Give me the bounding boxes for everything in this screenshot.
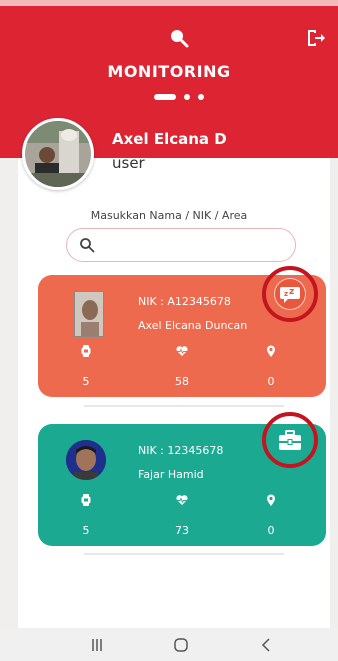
location-pin-icon	[267, 345, 275, 357]
avatar[interactable]	[22, 118, 94, 190]
search-input[interactable]	[103, 235, 283, 255]
watch-value: 5	[82, 375, 90, 388]
search-icon	[80, 238, 95, 253]
status-badge[interactable]	[262, 412, 318, 468]
logout-icon[interactable]	[305, 28, 325, 48]
heart-rate-value: 73	[175, 524, 189, 537]
card-nik: NIK : A12345678	[138, 295, 231, 308]
sleep-chat-icon: z z	[275, 279, 305, 309]
status-badge[interactable]: z z	[262, 266, 318, 322]
profile-photo	[25, 121, 91, 187]
watch-value: 5	[82, 524, 90, 537]
page-dot[interactable]	[184, 94, 190, 100]
user-role: user	[112, 154, 145, 172]
card-photo	[66, 440, 106, 480]
page-title: MONITORING	[107, 62, 231, 81]
card-nik: NIK : 12345678	[138, 444, 224, 457]
search-label: Masukkan Nama / NIK / Area	[90, 209, 248, 222]
user-name: Axel Elcana D	[112, 130, 227, 148]
side-panel-left	[0, 158, 18, 628]
briefcase-icon	[279, 430, 301, 450]
heart-rate-icon	[176, 495, 188, 505]
system-nav-bar	[0, 628, 338, 661]
recent-apps-icon[interactable]	[88, 636, 106, 654]
page-indicator	[154, 94, 214, 102]
search-icon[interactable]	[169, 28, 189, 48]
location-value: 0	[267, 524, 275, 537]
page-dot[interactable]	[198, 94, 204, 100]
watch-icon	[81, 494, 91, 506]
location-value: 0	[267, 375, 275, 388]
back-icon[interactable]	[258, 636, 276, 654]
search-field[interactable]	[66, 228, 296, 262]
card-divider	[84, 405, 284, 407]
home-icon[interactable]	[172, 636, 190, 654]
watch-icon	[81, 345, 91, 357]
svg-text:z: z	[289, 287, 294, 297]
status-strip	[0, 0, 338, 6]
card-photo	[74, 291, 104, 337]
heart-rate-value: 58	[175, 375, 189, 388]
card-name: Fajar Hamid	[138, 468, 204, 481]
app-screen: MONITORING Axel Elcana D user Masukkan N…	[0, 0, 338, 661]
side-panel-right	[330, 158, 338, 628]
heart-rate-icon	[176, 346, 188, 356]
card-name: Axel Elcana Duncan	[138, 319, 248, 332]
page-dot-active[interactable]	[154, 94, 176, 100]
location-pin-icon	[267, 494, 275, 506]
card-divider	[84, 553, 284, 555]
svg-text:z: z	[284, 290, 288, 298]
